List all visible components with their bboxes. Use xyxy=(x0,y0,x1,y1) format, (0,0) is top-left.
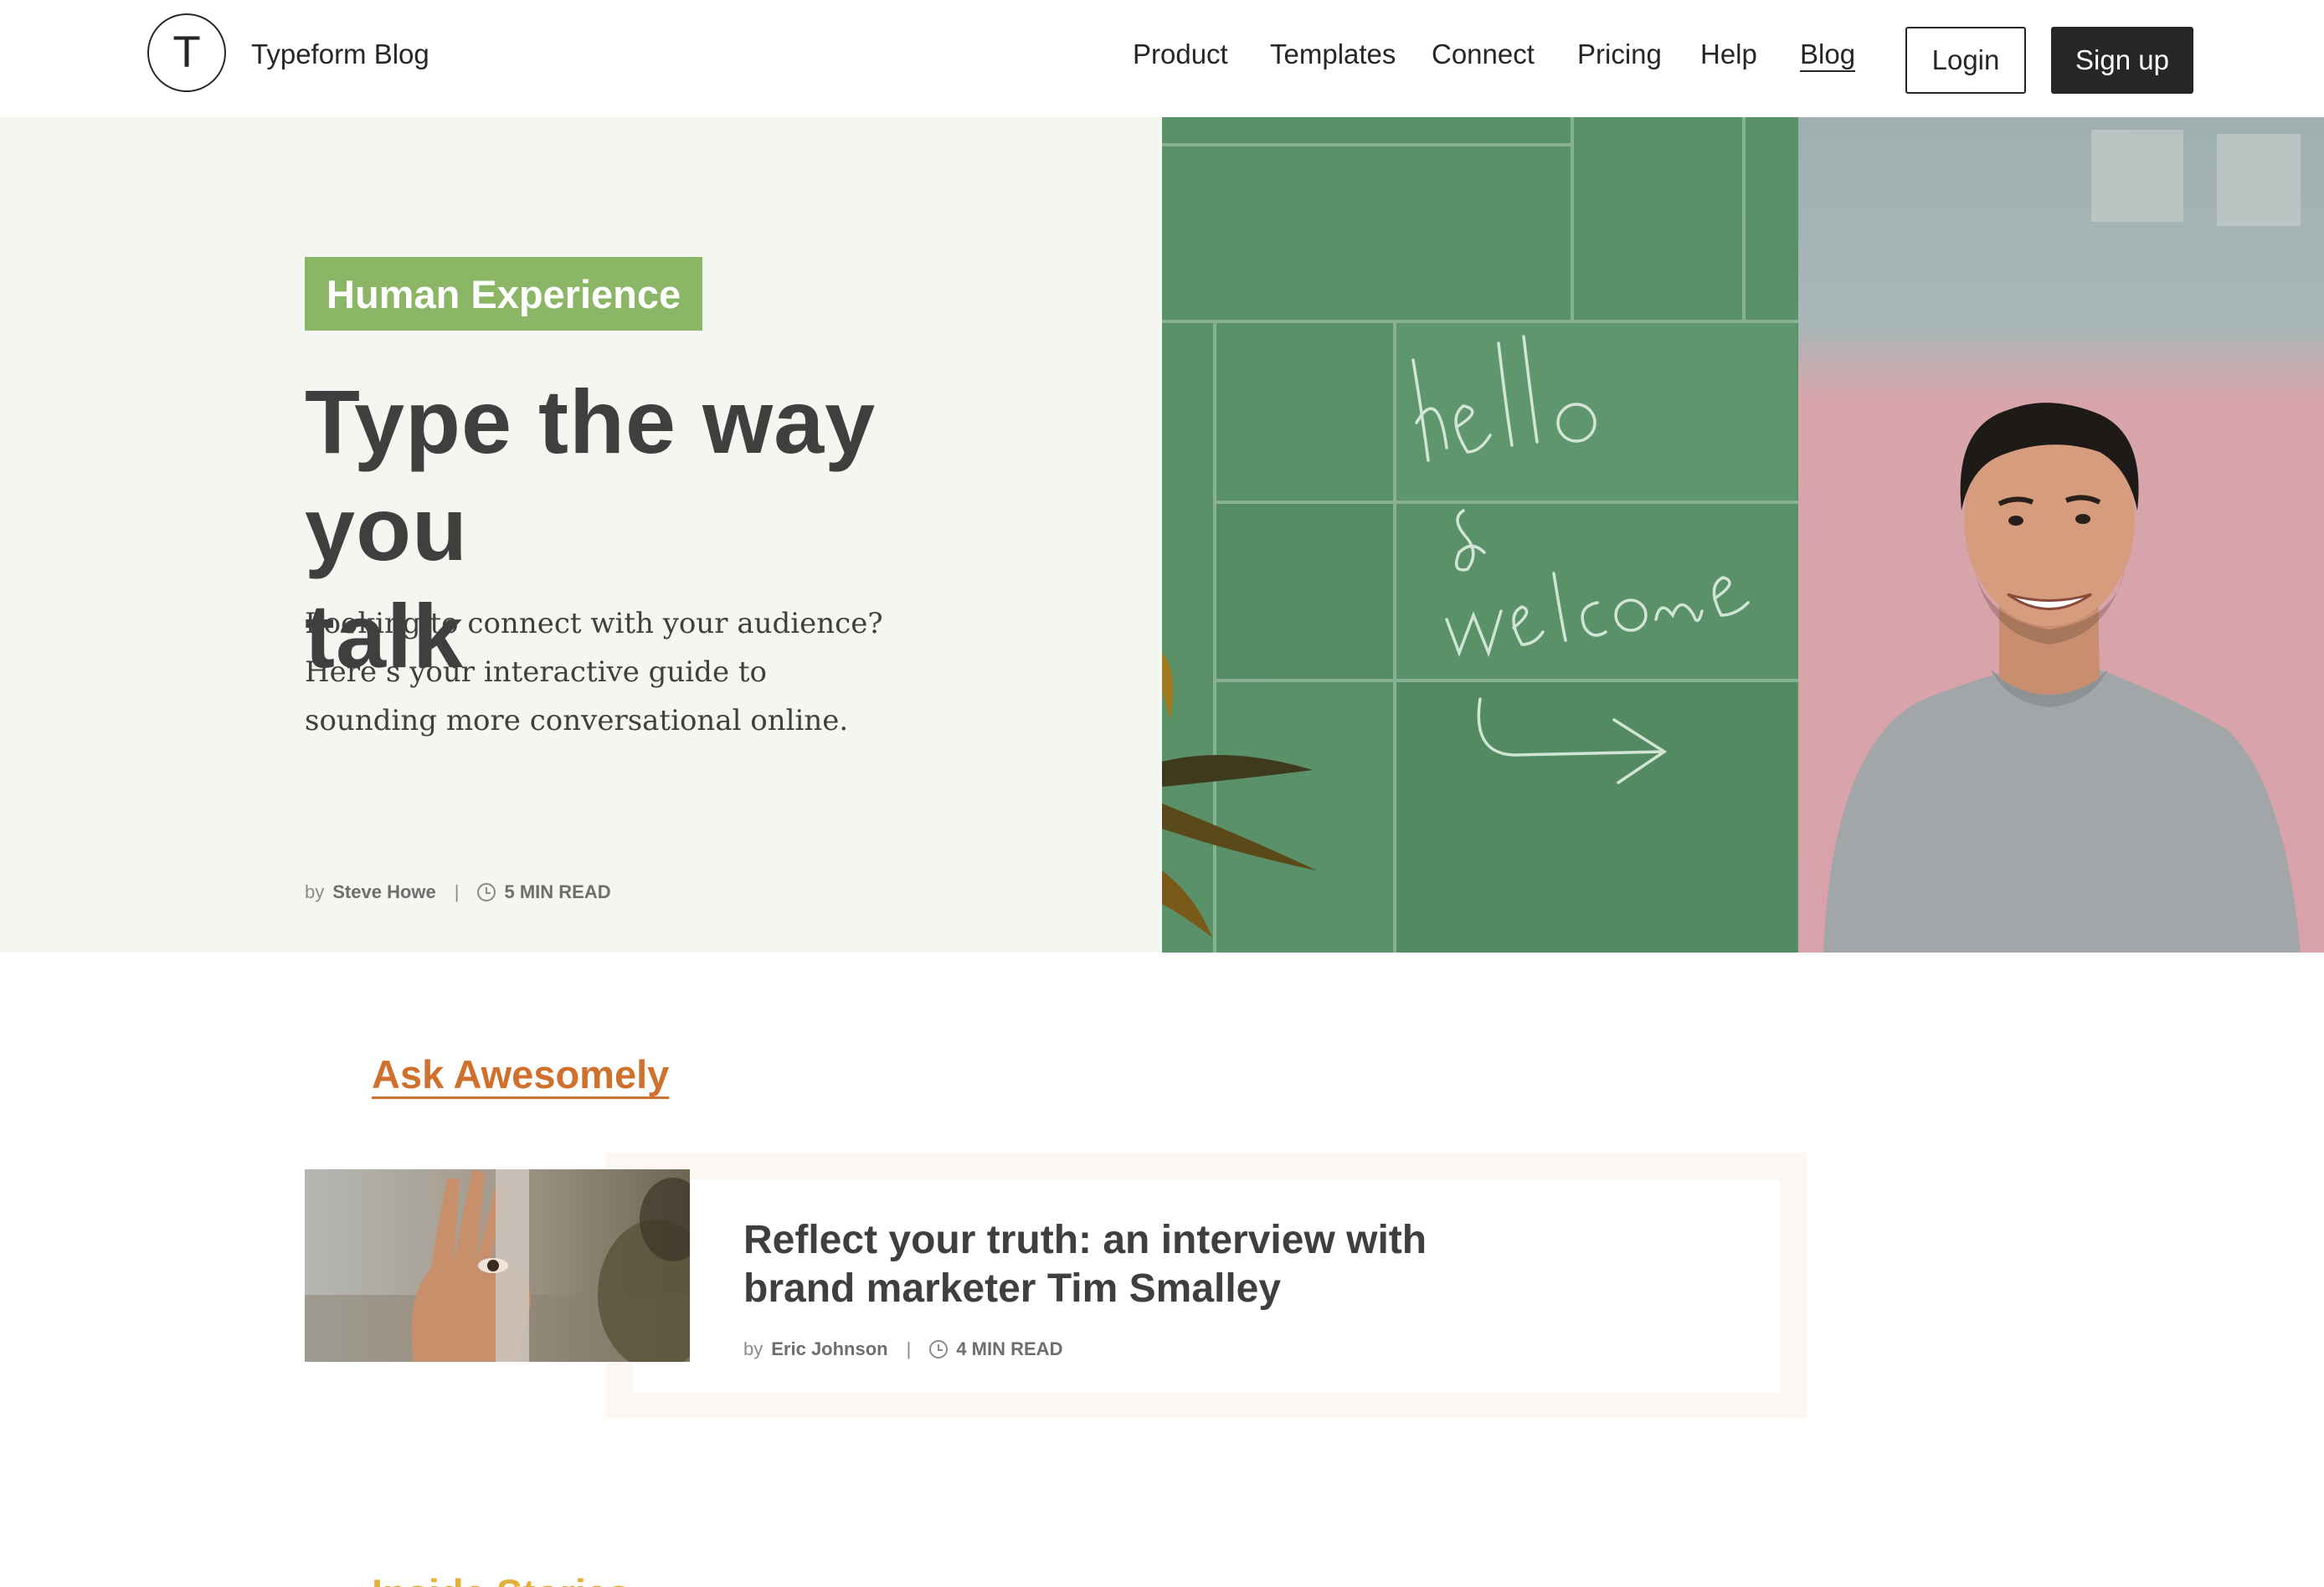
brand-name[interactable]: Typeform Blog xyxy=(251,39,429,70)
meta-separator: | xyxy=(906,1338,912,1359)
hero-image[interactable] xyxy=(1162,117,2324,953)
nav-connect[interactable]: Connect xyxy=(1432,39,1535,70)
thumbnail-illustration xyxy=(305,1169,690,1362)
article-title[interactable]: Reflect your truth: an interview with br… xyxy=(743,1216,1463,1313)
meta-separator: | xyxy=(454,881,460,902)
article-thumbnail[interactable] xyxy=(305,1169,690,1362)
author-name[interactable]: Steve Howe xyxy=(332,881,436,903)
article-title-line: brand marketer Tim Smalley xyxy=(743,1266,1282,1311)
hero-description: Looking to connect with your audience? H… xyxy=(305,599,891,745)
nav-blog[interactable]: Blog xyxy=(1800,39,1855,70)
category-link-inside-stories[interactable]: Inside Stories xyxy=(372,1570,630,1587)
nav-help[interactable]: Help xyxy=(1700,39,1757,70)
category-badge[interactable]: Human Experience xyxy=(305,257,703,331)
hero-meta: by Steve Howe | 5 MIN READ xyxy=(305,881,611,903)
description-line: Here’s your interactive guide to xyxy=(305,655,768,689)
author-prefix: by xyxy=(743,1338,764,1359)
typeform-logo[interactable]: T xyxy=(147,13,226,92)
author-name[interactable]: Eric Johnson xyxy=(771,1338,887,1360)
read-time: 5 MIN READ xyxy=(504,881,611,902)
signup-button[interactable]: Sign up xyxy=(2051,27,2193,94)
clock-icon xyxy=(929,1340,949,1358)
nav-product[interactable]: Product xyxy=(1133,39,1228,70)
author-prefix: by xyxy=(305,881,325,902)
description-line: sounding more conversational online. xyxy=(305,704,849,737)
hero-photo-illustration xyxy=(1162,117,2301,953)
nav-pricing[interactable]: Pricing xyxy=(1577,39,1662,70)
nav-templates[interactable]: Templates xyxy=(1270,39,1396,70)
article-title-line: Reflect your truth: an interview with xyxy=(743,1218,1427,1262)
clock-icon xyxy=(477,883,496,901)
featured-article[interactable]: Human Experience Type the way you talk L… xyxy=(0,117,2324,953)
site-header: T Typeform Blog Product Templates Connec… xyxy=(0,0,2324,117)
login-button[interactable]: Login xyxy=(1905,27,2026,94)
hero-title-line: Type the way you xyxy=(305,371,877,579)
hero-text-panel: Human Experience Type the way you talk L… xyxy=(0,117,1162,953)
category-link-ask-awesomely[interactable]: Ask Awesomely xyxy=(372,1051,669,1097)
read-time: 4 MIN READ xyxy=(956,1338,1063,1359)
article-meta: by Eric Johnson | 4 MIN READ xyxy=(743,1338,1062,1360)
description-line: Looking to connect with your audience? xyxy=(305,607,883,640)
logo-letter: T xyxy=(173,28,200,77)
